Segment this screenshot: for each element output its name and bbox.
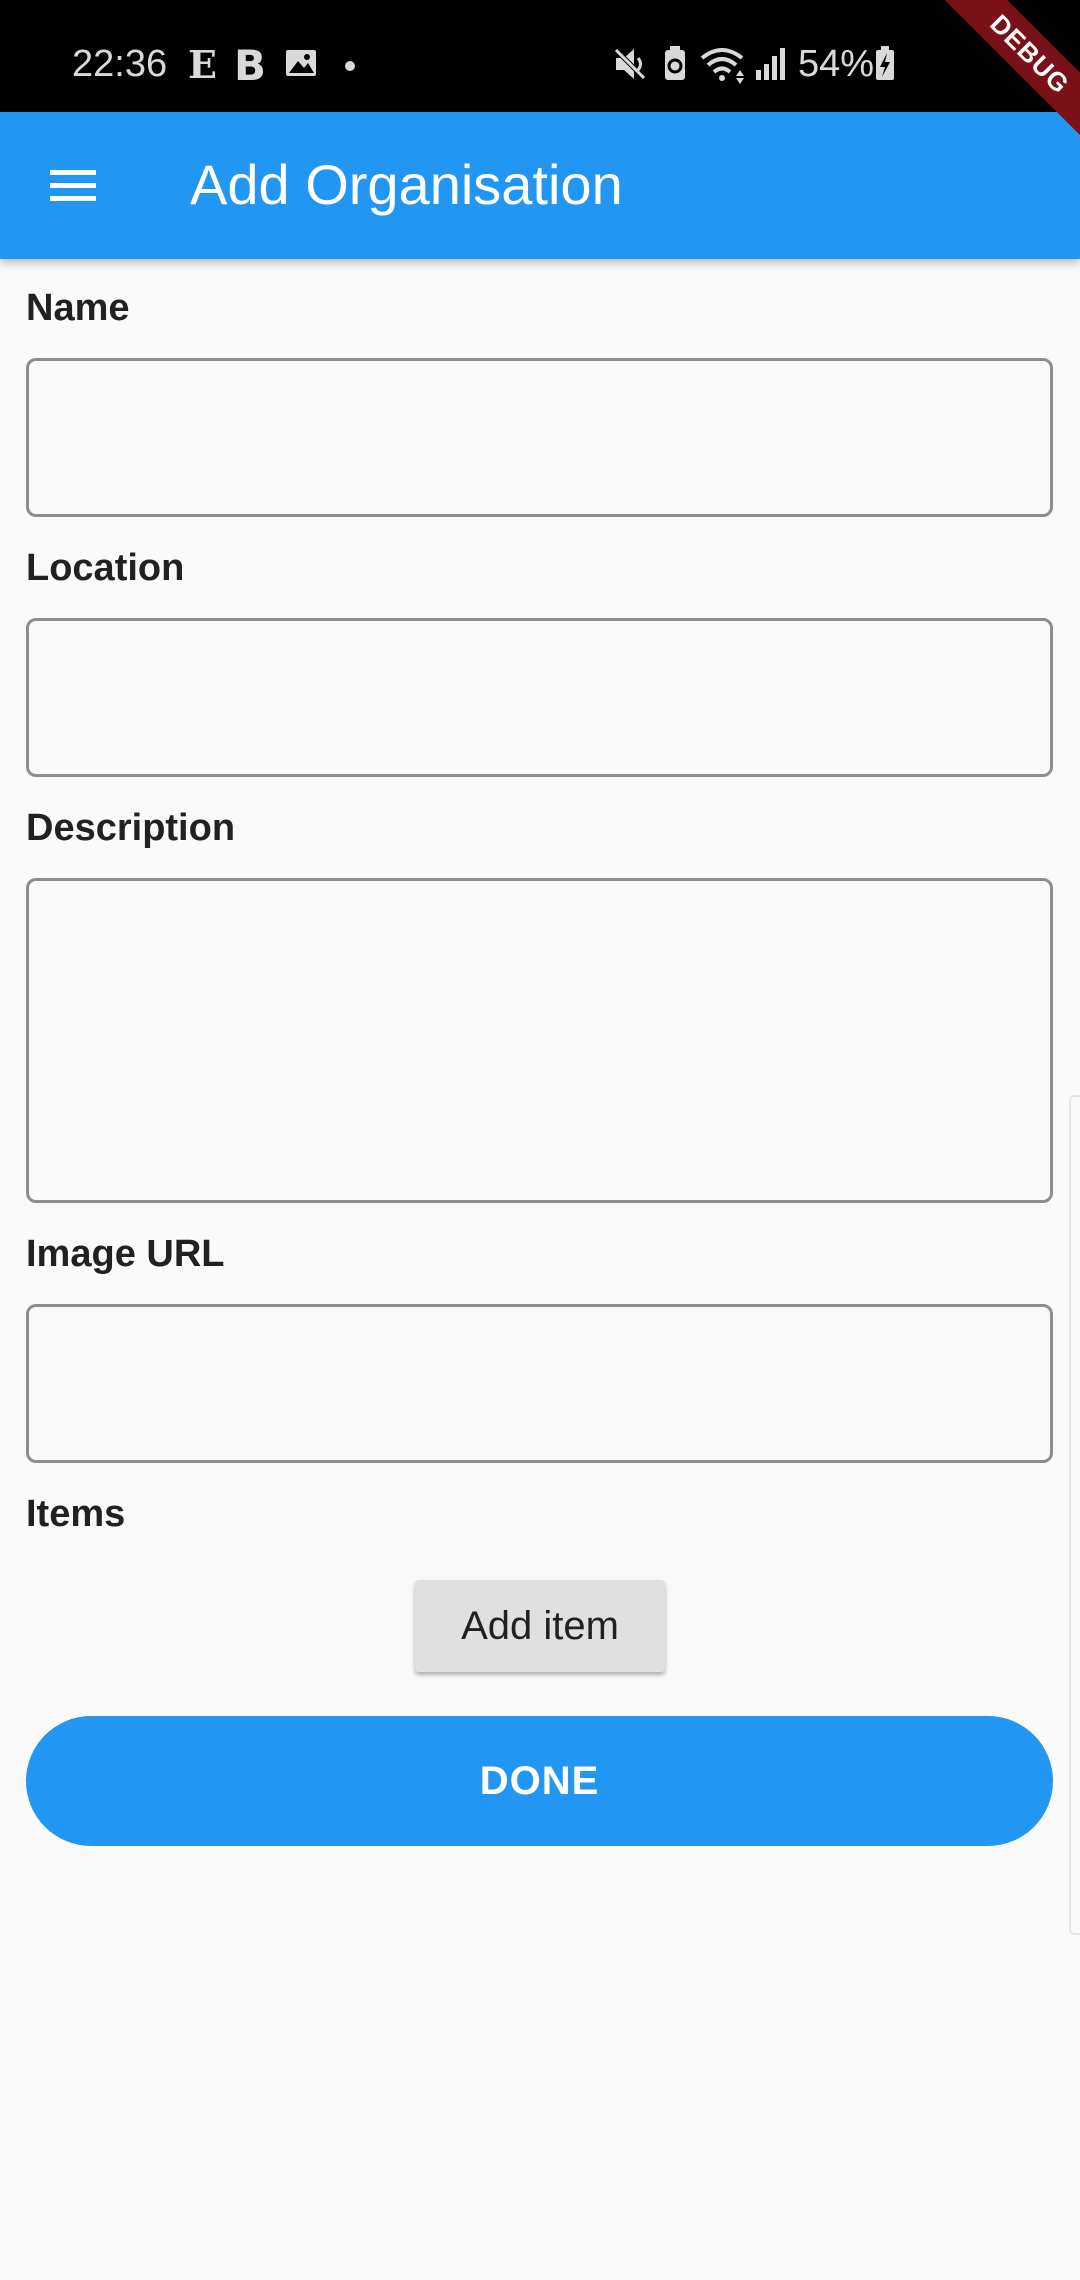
mute-icon [612, 46, 648, 82]
battery-percent: 54% [798, 43, 875, 85]
name-field[interactable] [26, 358, 1053, 517]
e-letter-icon: E [188, 42, 217, 87]
done-button[interactable]: DONE [26, 1716, 1053, 1846]
location-label: Location [26, 547, 185, 589]
signal-icon [756, 48, 785, 80]
b-letter-icon: B [234, 41, 266, 88]
wifi-icon [700, 48, 744, 84]
status-time: 22:36 [72, 43, 168, 85]
image-icon [286, 50, 316, 76]
name-label: Name [26, 287, 130, 329]
svg-text:B: B [234, 41, 266, 88]
items-label: Items [26, 1493, 126, 1535]
image-url-field[interactable] [26, 1304, 1053, 1463]
image-url-label: Image URL [26, 1233, 225, 1275]
page-title: Add Organisation [190, 153, 623, 216]
scroll-edge-indicator [1069, 1095, 1080, 1935]
battery-saver-icon [665, 46, 685, 80]
dot-icon [345, 61, 355, 71]
description-field[interactable] [26, 878, 1053, 1203]
add-item-button[interactable]: Add item [415, 1580, 665, 1672]
svg-text:E: E [188, 42, 217, 87]
description-label: Description [26, 807, 236, 849]
location-field[interactable] [26, 618, 1053, 777]
status-bar: 22:36 E B 54% [0, 0, 1080, 112]
hamburger-menu-icon[interactable] [48, 162, 98, 208]
battery-charging-icon [876, 46, 894, 80]
app-bar: Add Organisation [0, 112, 1080, 259]
